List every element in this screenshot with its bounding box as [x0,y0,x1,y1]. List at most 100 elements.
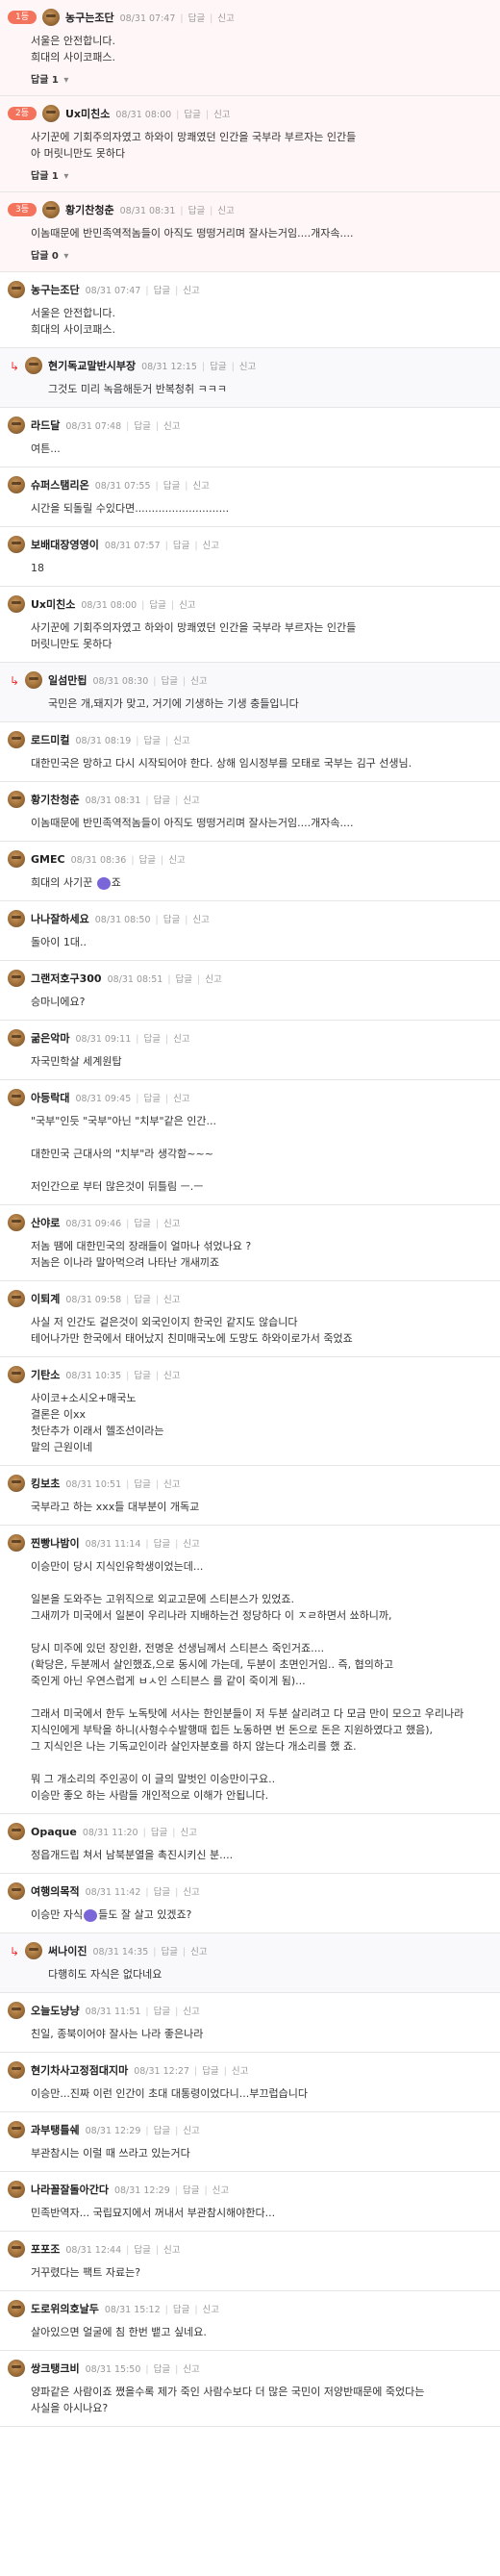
avatar[interactable] [42,105,60,122]
author-nickname[interactable]: 포포조 [31,2241,60,2257]
author-nickname[interactable]: 나라꼴잘돌아간다 [31,2182,109,2197]
report-link[interactable]: 신고 [183,286,199,296]
report-link[interactable]: 신고 [203,541,219,551]
report-link[interactable]: 신고 [239,362,256,372]
report-link[interactable]: 신고 [190,1947,207,1957]
avatar[interactable] [25,1942,42,1959]
author-nickname[interactable]: 여행의목적 [31,1883,80,1899]
reply-link[interactable]: 답글 [154,1539,170,1550]
reply-link[interactable]: 답글 [161,1947,177,1957]
reply-link[interactable]: 답글 [154,2364,170,2375]
reply-link[interactable]: 답글 [143,1094,160,1104]
report-link[interactable]: 신고 [163,1371,180,1381]
author-nickname[interactable]: 오늘도냥냥 [31,2003,80,2018]
author-nickname[interactable]: 써나이진 [48,1943,87,1958]
author-nickname[interactable]: Ux미친소 [65,106,110,121]
reply-link[interactable]: 답글 [161,676,177,687]
avatar[interactable] [8,1290,25,1307]
avatar[interactable] [8,2061,25,2079]
avatar[interactable] [42,201,60,218]
report-link[interactable]: 신고 [203,2305,219,2315]
reply-link[interactable]: 답글 [149,600,165,611]
author-nickname[interactable]: 로드미컬 [31,732,69,747]
report-link[interactable]: 신고 [183,2126,199,2136]
reply-link[interactable]: 답글 [163,915,180,925]
report-link[interactable]: 신고 [190,676,207,687]
author-nickname[interactable]: 황기찬청춘 [31,792,80,807]
avatar[interactable] [8,2002,25,2019]
reply-link[interactable]: 답글 [173,541,189,551]
report-link[interactable]: 신고 [183,1887,199,1898]
report-link[interactable]: 신고 [183,796,199,806]
report-link[interactable]: 신고 [163,1295,180,1305]
avatar[interactable] [8,417,25,434]
avatar[interactable] [8,1029,25,1047]
report-link[interactable]: 신고 [217,13,234,24]
report-link[interactable]: 신고 [205,974,221,985]
avatar[interactable] [8,791,25,808]
reply-link[interactable]: 답글 [143,736,160,746]
reply-link[interactable]: 답글 [134,1295,150,1305]
reply-count-toggle[interactable]: 답글 1 ▾ [31,71,492,86]
avatar[interactable] [8,2300,25,2317]
report-link[interactable]: 신고 [183,2007,199,2017]
report-link[interactable]: 신고 [163,421,180,432]
author-nickname[interactable]: 일섬만됩 [48,672,87,688]
report-link[interactable]: 신고 [217,206,234,216]
author-nickname[interactable]: 찐빵나밤이 [31,1535,80,1551]
reply-link[interactable]: 답글 [134,421,150,432]
report-link[interactable]: 신고 [213,110,230,120]
avatar[interactable] [42,9,60,26]
author-nickname[interactable]: 이퇴계 [31,1291,60,1306]
avatar[interactable] [8,1823,25,1840]
report-link[interactable]: 신고 [181,1828,197,1838]
author-nickname[interactable]: 농구는조단 [31,282,80,297]
author-nickname[interactable]: Ux미친소 [31,596,75,612]
reply-link[interactable]: 답글 [176,974,192,985]
avatar[interactable] [8,1089,25,1106]
author-nickname[interactable]: 농구는조단 [65,10,114,25]
reply-link[interactable]: 답글 [154,286,170,296]
author-nickname[interactable]: 쌍크탱크비 [31,2361,80,2376]
reply-link[interactable]: 답글 [202,2066,218,2077]
avatar[interactable] [8,2121,25,2138]
author-nickname[interactable]: 도로위의호날두 [31,2301,99,2316]
avatar[interactable] [8,910,25,927]
author-nickname[interactable]: 그랜저호구300 [31,971,102,986]
author-nickname[interactable]: GMEC [31,853,65,866]
author-nickname[interactable]: 킹보초 [31,1476,60,1491]
reply-link[interactable]: 답글 [143,1034,160,1045]
author-nickname[interactable]: Opaque [31,1826,77,1838]
avatar[interactable] [8,536,25,553]
report-link[interactable]: 신고 [163,1479,180,1490]
author-nickname[interactable]: 아등락대 [31,1090,69,1105]
reply-link[interactable]: 답글 [151,1828,167,1838]
report-link[interactable]: 신고 [232,2066,248,2077]
avatar[interactable] [8,2181,25,2198]
report-link[interactable]: 신고 [173,1034,189,1045]
author-nickname[interactable]: 기탄소 [31,1367,60,1382]
report-link[interactable]: 신고 [183,1539,199,1550]
author-nickname[interactable]: 현기독교말반시부장 [48,358,136,373]
report-link[interactable]: 신고 [183,2364,199,2375]
avatar[interactable] [8,850,25,868]
report-link[interactable]: 신고 [192,915,209,925]
avatar[interactable] [8,970,25,987]
avatar[interactable] [8,1366,25,1383]
reply-link[interactable]: 답글 [184,110,200,120]
reply-link[interactable]: 답글 [188,13,205,24]
reply-link[interactable]: 답글 [154,1887,170,1898]
reply-link[interactable]: 답글 [154,2126,170,2136]
reply-link[interactable]: 답글 [134,1479,150,1490]
author-nickname[interactable]: 나나잘하세요 [31,911,89,926]
report-link[interactable]: 신고 [173,736,189,746]
author-nickname[interactable]: 과부탱틀쉐 [31,2122,80,2137]
avatar[interactable] [8,2360,25,2377]
avatar[interactable] [8,2240,25,2258]
author-nickname[interactable]: 슈퍼스탬리온 [31,477,89,492]
reply-link[interactable]: 답글 [188,206,205,216]
author-nickname[interactable]: 산야로 [31,1215,60,1230]
author-nickname[interactable]: 보배대장영영이 [31,537,99,552]
reply-link[interactable]: 답글 [154,796,170,806]
report-link[interactable]: 신고 [163,2245,180,2256]
